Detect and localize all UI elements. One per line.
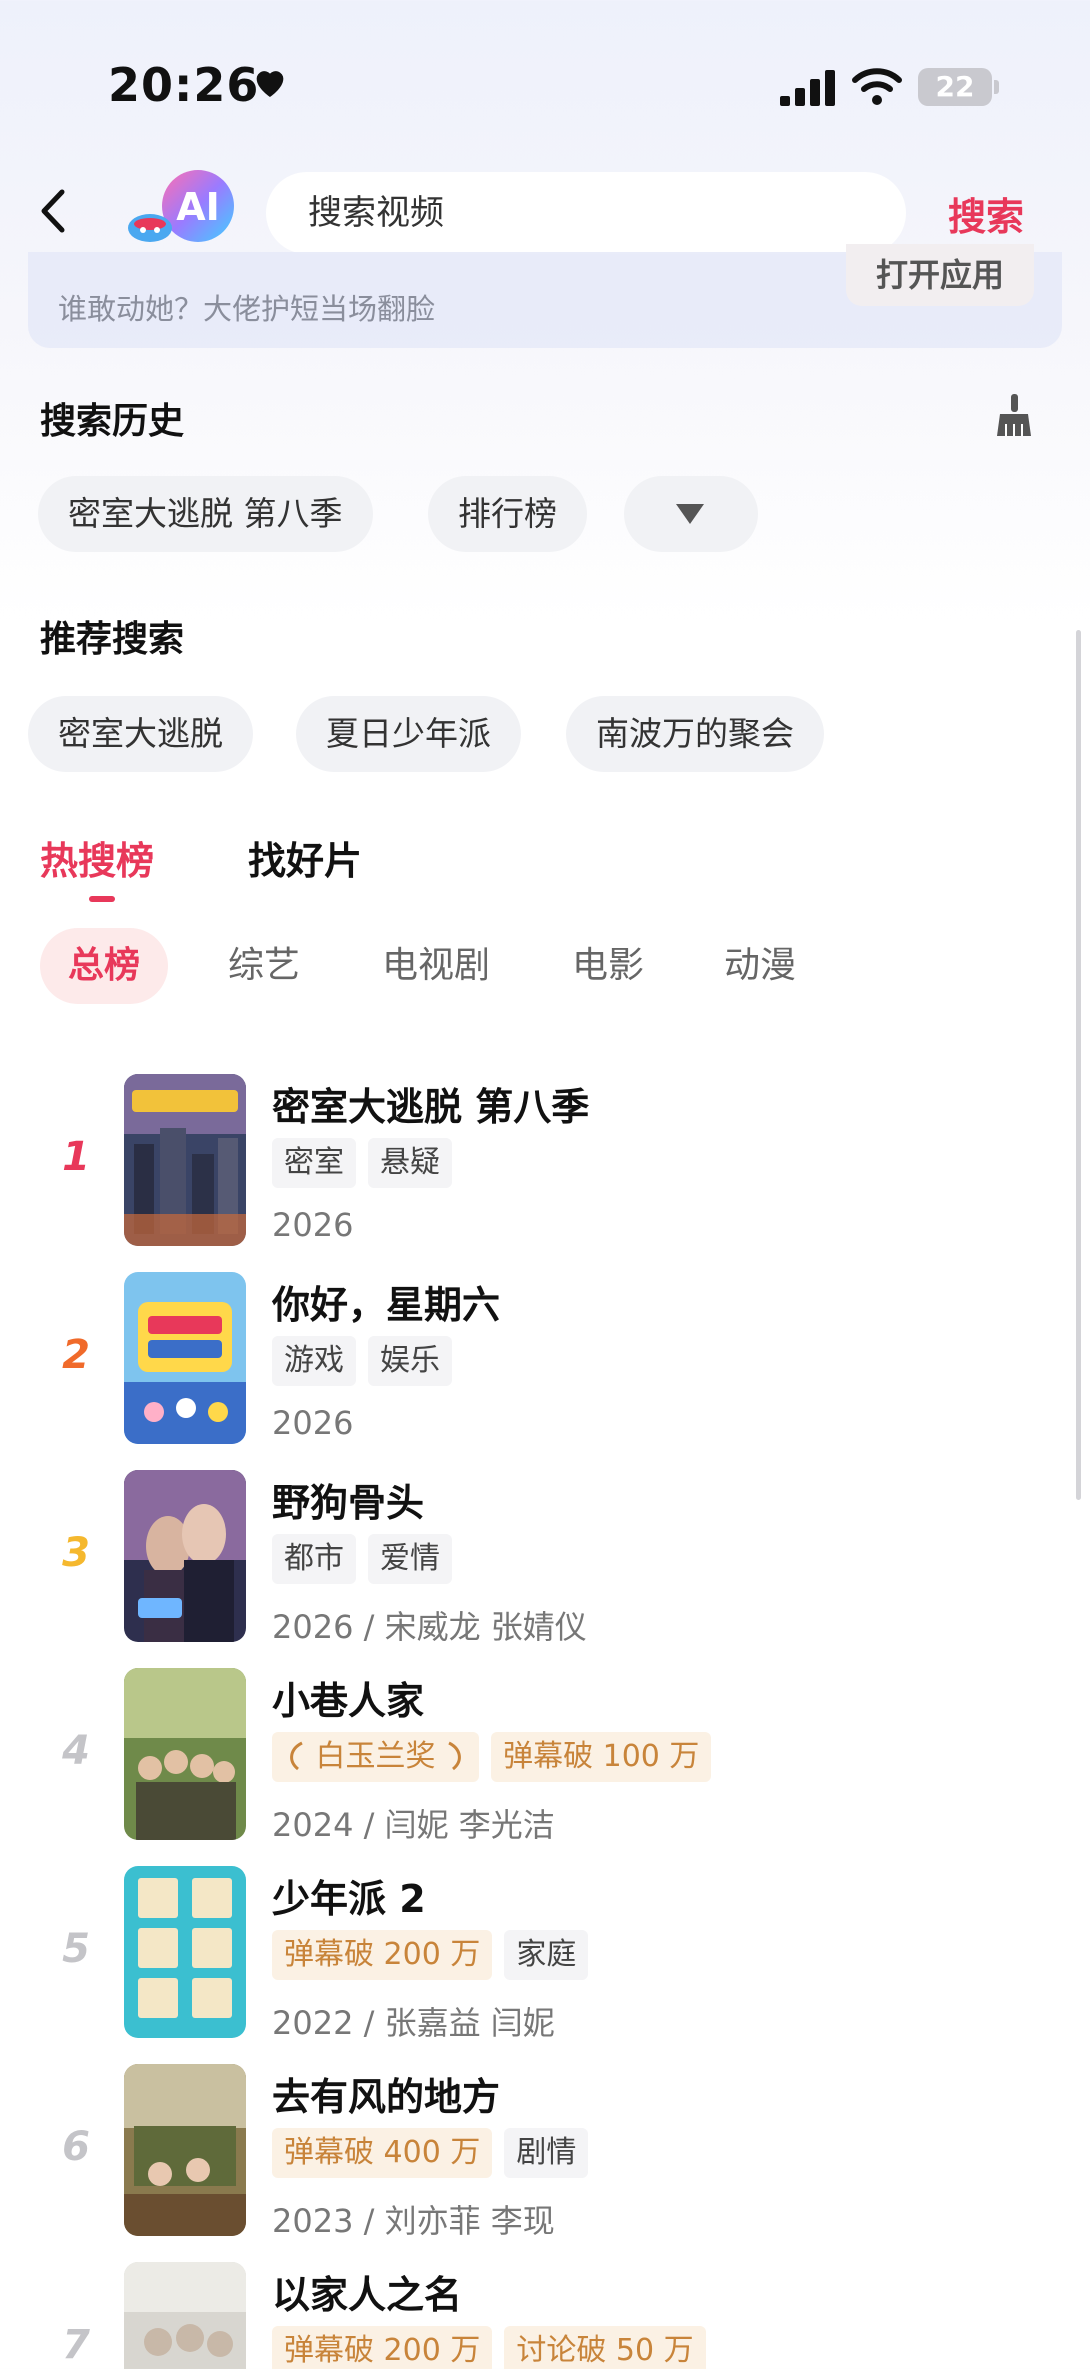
poster-image — [124, 2262, 246, 2369]
item-title: 少年派 2 — [272, 1877, 426, 1921]
item-title: 你好，星期六 — [272, 1283, 501, 1327]
item-meta: 2026 — [272, 1206, 354, 1244]
rank-number: 6 — [62, 2124, 90, 2170]
item-tag: 悬疑 — [368, 1138, 452, 1188]
item-tag: 弹幕破 400 万 — [272, 2128, 493, 2178]
active-tab-indicator — [89, 896, 115, 902]
item-tag: 密室 — [272, 1138, 356, 1188]
item-tag: 弹幕破 100 万 — [491, 1732, 712, 1782]
rank-number: 1 — [62, 1134, 90, 1180]
back-arrow-icon[interactable] — [36, 186, 70, 236]
item-title: 野狗骨头 — [272, 1481, 425, 1525]
heart-icon — [256, 71, 284, 97]
item-title: 小巷人家 — [272, 1679, 425, 1723]
item-tag: 爱情 — [368, 1534, 452, 1584]
award-tag: 白玉兰奖 — [272, 1732, 480, 1782]
rank-number: 5 — [62, 1926, 90, 1972]
rank-number: 7 — [62, 2322, 90, 2368]
scrollbar[interactable] — [1076, 630, 1081, 1500]
history-expand-button[interactable] — [624, 476, 758, 552]
subtab-tv[interactable]: 电视剧 — [354, 928, 518, 1004]
recommend-chip[interactable]: 南波万的聚会 — [566, 696, 824, 772]
rank-number: 4 — [62, 1728, 90, 1774]
laurel-icon — [290, 1741, 303, 1771]
search-box[interactable] — [266, 172, 906, 254]
banner-text: 谁敢动她？大佬护短当场翻脸 — [58, 292, 436, 326]
signal-icon — [780, 70, 835, 106]
ranking-item[interactable]: 5 少年派 2 弹幕破 200 万 家庭 2022 / 张嘉益 闫妮 — [0, 1866, 1090, 2042]
history-chip[interactable]: 排行榜 — [428, 476, 587, 552]
broom-icon[interactable] — [994, 392, 1034, 438]
subtab-movie[interactable]: 电影 — [544, 928, 672, 1004]
item-tag: 都市 — [272, 1534, 356, 1584]
ranking-item[interactable]: 4 小巷人家 白玉兰奖 弹幕破 100 万 2024 / 闫妮 李光洁 — [0, 1668, 1090, 1844]
poster-image — [124, 1272, 246, 1444]
item-tag: 游戏 — [272, 1336, 356, 1386]
item-meta: 2022 / 张嘉益 闫妮 — [272, 2004, 555, 2042]
ranking-item[interactable]: 7 以家人之名 弹幕破 200 万 讨论破 50 万 — [0, 2262, 1090, 2369]
recommend-title: 推荐搜索 — [40, 619, 185, 660]
item-title: 去有风的地方 — [272, 2075, 501, 2119]
item-meta: 2024 / 闫妮 李光洁 — [272, 1806, 555, 1844]
dropdown-triangle-icon — [676, 504, 704, 524]
svg-text:AI: AI — [176, 185, 220, 229]
rank-number: 2 — [62, 1332, 90, 1378]
battery-indicator: 22 — [918, 68, 999, 106]
poster-image — [124, 1866, 246, 2038]
history-chip[interactable]: 密室大逃脱 第八季 — [38, 476, 373, 552]
item-tag: 娱乐 — [368, 1336, 452, 1386]
recommend-chip[interactable]: 夏日少年派 — [296, 696, 521, 772]
laurel-icon — [448, 1741, 461, 1771]
poster-image — [124, 1668, 246, 1840]
ranking-item[interactable]: 6 去有风的地方 弹幕破 400 万 剧情 2023 / 刘亦菲 李现 — [0, 2064, 1090, 2240]
item-meta: 2023 / 刘亦菲 李现 — [272, 2202, 555, 2240]
poster-image — [124, 1470, 246, 1642]
poster-image — [124, 1074, 246, 1246]
ranking-item[interactable]: 2 你好，星期六 游戏 娱乐 2026 — [0, 1272, 1090, 1448]
rank-number: 3 — [62, 1530, 90, 1576]
open-app-button[interactable]: 打开应用 — [846, 244, 1034, 306]
wifi-icon — [852, 68, 902, 105]
ai-logo-icon[interactable]: AI — [126, 168, 242, 252]
search-button[interactable]: 搜索 — [948, 186, 1024, 241]
tab-hot-search[interactable]: 热搜榜 — [40, 830, 154, 885]
history-title: 搜索历史 — [40, 401, 185, 442]
award-label: 白玉兰奖 — [315, 1739, 436, 1774]
item-tag: 弹幕破 200 万 — [272, 2326, 493, 2369]
tab-find-good[interactable]: 找好片 — [248, 830, 362, 885]
ranking-item[interactable]: 3 野狗骨头 都市 爱情 2026 / 宋威龙 张婧仪 — [0, 1470, 1090, 1646]
item-tag: 家庭 — [504, 1930, 589, 1980]
item-title: 以家人之名 — [272, 2273, 463, 2317]
subtab-all[interactable]: 总榜 — [40, 928, 169, 1004]
item-tag: 弹幕破 200 万 — [272, 1930, 493, 1980]
ranking-item[interactable]: 1 密室大逃脱 第八季 密室 悬疑 2026 — [0, 1074, 1090, 1250]
status-time: 20:26 — [108, 58, 260, 112]
item-tag: 讨论破 50 万 — [504, 2326, 706, 2369]
poster-image — [124, 2064, 246, 2236]
item-tag: 剧情 — [504, 2128, 589, 2178]
subtab-variety[interactable]: 综艺 — [200, 928, 328, 1004]
search-input[interactable] — [308, 172, 868, 254]
item-meta: 2026 — [272, 1404, 354, 1442]
item-title: 密室大逃脱 第八季 — [272, 1085, 590, 1129]
recommend-chip[interactable]: 密室大逃脱 — [28, 696, 253, 772]
subtab-anime[interactable]: 动漫 — [696, 928, 824, 1004]
item-meta: 2026 / 宋威龙 张婧仪 — [272, 1608, 587, 1646]
